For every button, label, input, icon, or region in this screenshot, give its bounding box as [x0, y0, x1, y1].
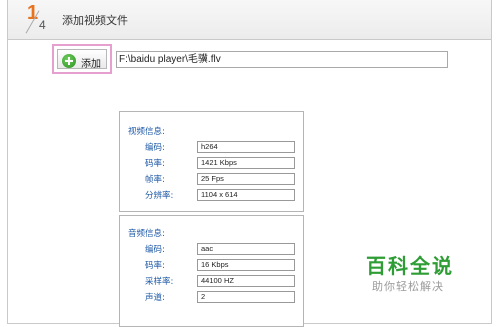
- video-framerate-field: 25 Fps: [197, 173, 295, 185]
- audio-samplerate-field: 44100 HZ: [197, 275, 295, 287]
- audio-bitrate-label: 码率:: [145, 261, 165, 271]
- audio-channels-label: 声道:: [145, 293, 165, 303]
- add-button-label: 添加: [81, 59, 101, 70]
- video-codec-field: h264: [197, 141, 295, 153]
- audio-info-panel: 音频信息: 编码: aac 码率: 16 Kbps 采样率: 44100 HZ …: [119, 215, 304, 327]
- audio-codec-field: aac: [197, 243, 295, 255]
- add-file-button[interactable]: 添加: [57, 49, 107, 70]
- file-path-field[interactable]: F:\baidu player\毛骥.flv: [116, 51, 448, 68]
- watermark-slogan: 助你轻松解决: [372, 280, 444, 293]
- video-resolution-field: 1104 x 614: [197, 189, 295, 201]
- plus-icon: [62, 54, 76, 68]
- audio-channels-field: 2: [197, 291, 295, 303]
- step-total: 4: [39, 18, 46, 32]
- video-codec-label: 编码:: [145, 143, 165, 153]
- video-info-heading: 视频信息:: [128, 127, 165, 137]
- video-info-panel: 视频信息: 编码: h264 码率: 1421 Kbps 帧率: 25 Fps …: [119, 111, 304, 212]
- audio-info-heading: 音频信息:: [128, 229, 165, 239]
- video-resolution-label: 分辨率:: [145, 191, 174, 201]
- step-header: 1 4 添加视频文件: [7, 0, 492, 40]
- audio-samplerate-label: 采样率:: [145, 277, 174, 287]
- add-file-button-highlight[interactable]: 添加: [52, 44, 112, 74]
- video-bitrate-label: 码率:: [145, 159, 165, 169]
- watermark-logo-text: 百科全说: [366, 254, 454, 278]
- audio-bitrate-field: 16 Kbps: [197, 259, 295, 271]
- audio-codec-label: 编码:: [145, 245, 165, 255]
- page-title: 添加视频文件: [62, 14, 128, 27]
- video-bitrate-field: 1421 Kbps: [197, 157, 295, 169]
- video-framerate-label: 帧率:: [145, 175, 165, 185]
